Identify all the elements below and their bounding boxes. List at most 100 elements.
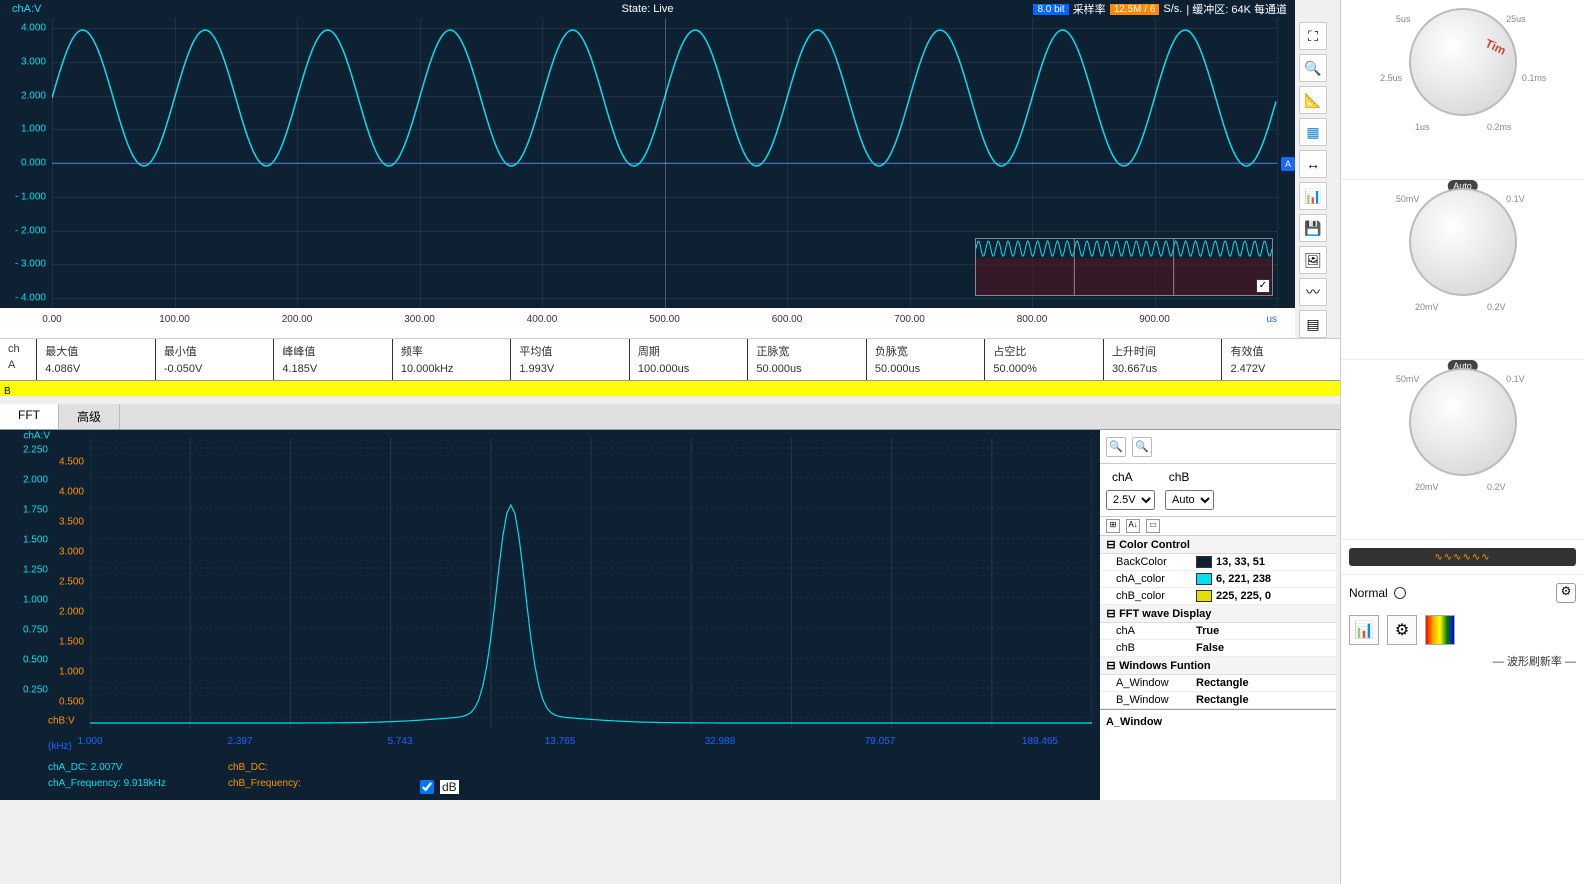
trigger-wave-indicator: ∿∿∿∿∿∿	[1349, 548, 1576, 566]
backcolor-value[interactable]: 13, 33, 51	[1196, 556, 1330, 568]
measure-cell: 周期100.000us	[629, 339, 748, 380]
measure-cell: 平均值1.993V	[510, 339, 629, 380]
x-tick: 600.00	[772, 314, 803, 325]
chacolor-value[interactable]: 6, 221, 238	[1196, 573, 1330, 585]
fft-canvas[interactable]: chA:V 2.2502.0001.7501.5001.2501.0000.75…	[0, 430, 1100, 800]
channel-a-marker[interactable]: A	[1281, 157, 1295, 171]
expander-icon[interactable]: ⊟	[1106, 659, 1116, 672]
x-tick: 900.00	[1139, 314, 1170, 325]
fft-ytick: 3.500	[59, 517, 84, 528]
sample-unit: S/s.	[1163, 3, 1182, 15]
fft-ytick: 4.500	[59, 457, 84, 468]
db-checkbox[interactable]: dB	[420, 780, 459, 794]
cha-range-select[interactable]: 2.5V	[1106, 490, 1155, 510]
zoom-in-button[interactable]: 🔍	[1299, 54, 1327, 82]
fullscreen-button[interactable]: ⛶	[1299, 22, 1327, 50]
chb-range-select[interactable]: Auto	[1165, 490, 1214, 510]
chbcolor-value[interactable]: 225, 225, 0	[1196, 590, 1330, 602]
bar-chart-icon[interactable]: 📊	[1349, 615, 1379, 645]
prop-pages-icon[interactable]: ▭	[1146, 519, 1160, 533]
spectrum-button[interactable]: 📊	[1299, 182, 1327, 210]
wave-button[interactable]: 〰	[1299, 278, 1327, 306]
buffer-label: | 缓冲区: 64K 每通道	[1186, 1, 1287, 17]
prop-footer: A_Window	[1100, 709, 1336, 734]
table-button[interactable]: ▤	[1299, 310, 1327, 338]
scope-toolbar: ⛶ 🔍 📐 ▦ ↔ 📊 💾 🖼 〰 ▤	[1295, 18, 1335, 342]
fft-chb-dc: chB_DC:	[228, 762, 268, 773]
fft-ytick: 1.000	[59, 667, 84, 678]
gear-icon[interactable]: ⚙	[1387, 615, 1417, 645]
measure-cell: 频率10.000kHz	[392, 339, 511, 380]
fft-ytick: 1.750	[23, 505, 48, 516]
dial-tick: 0.2V	[1487, 482, 1506, 492]
scope-canvas[interactable]: 4.0003.0002.0001.0000.000- 1.000- 2.000-…	[0, 18, 1295, 308]
prop-categorized-icon[interactable]: ⊞	[1106, 519, 1120, 533]
fft-cha-dc: chA_DC: 2.007V	[48, 762, 123, 773]
fft-cha-freq: chA_Frequency: 9.918kHz	[48, 778, 166, 789]
fft-xtick: 5.743	[387, 736, 412, 747]
dial-tick: 0.1ms	[1522, 73, 1547, 83]
measure-cell: 峰峰值4.185V	[273, 339, 392, 380]
chb-display-value[interactable]: False	[1196, 642, 1330, 654]
volts-dial-a[interactable]	[1409, 188, 1517, 296]
ch-header: ch	[8, 343, 28, 355]
volts-dial-b[interactable]	[1409, 368, 1517, 476]
minimap-checkbox[interactable]: ✓	[1256, 279, 1270, 293]
color-icon[interactable]	[1425, 615, 1455, 645]
cha-display-value[interactable]: True	[1196, 625, 1330, 637]
y-tick: 3.000	[21, 56, 46, 67]
channel-b-strip[interactable]: B	[0, 380, 1340, 396]
fft-ytick: 0.500	[23, 655, 48, 666]
y-tick: 2.000	[21, 90, 46, 101]
zoom-out-icon[interactable]: 🔍	[1106, 437, 1126, 457]
mode-normal[interactable]: Normal ⚙	[1341, 575, 1584, 611]
screenshot-button[interactable]: 🖼	[1299, 246, 1327, 274]
y-tick: - 1.000	[15, 191, 46, 202]
x-tick: 0.00	[42, 314, 61, 325]
dial-tick: 25us	[1506, 14, 1526, 24]
fft-ytick: 0.750	[23, 625, 48, 636]
tab-advanced[interactable]: 高级	[59, 404, 120, 429]
fft-xtick: 32.988	[705, 736, 736, 747]
y-tick: 1.000	[21, 124, 46, 135]
x-tick: 300.00	[404, 314, 435, 325]
prop-sort-icon[interactable]: A↓	[1126, 519, 1140, 533]
fft-xtick: 189.465	[1022, 736, 1058, 747]
settings-icon[interactable]: ⚙	[1556, 583, 1576, 603]
cha-label: chA	[1106, 470, 1133, 484]
overview-minimap[interactable]: ✓	[975, 238, 1273, 296]
x-tick: 200.00	[282, 314, 313, 325]
timebase-dial[interactable]: Tim	[1409, 8, 1517, 116]
grid-button[interactable]: ▦	[1299, 118, 1327, 146]
fft-ytick: 2.000	[23, 475, 48, 486]
fft-ytick: 1.250	[23, 565, 48, 576]
expander-icon[interactable]: ⊟	[1106, 607, 1116, 620]
save-button[interactable]: 💾	[1299, 214, 1327, 242]
fft-ytick: 4.000	[59, 487, 84, 498]
tab-fft[interactable]: FFT	[0, 404, 59, 429]
hspan-button[interactable]: ↔	[1299, 150, 1327, 178]
y-tick: - 3.000	[15, 259, 46, 270]
ruler-button[interactable]: 📐	[1299, 86, 1327, 114]
sample-rate: 12.5M / 6	[1110, 4, 1160, 15]
dial-tick: 1us	[1415, 122, 1430, 132]
dial-tick: 50mV	[1396, 374, 1420, 384]
fft-ytick: 2.500	[59, 577, 84, 588]
x-tick: 700.00	[894, 314, 925, 325]
expander-icon[interactable]: ⊟	[1106, 538, 1116, 551]
fft-ytick: 3.000	[59, 547, 84, 558]
x-tick: 500.00	[649, 314, 680, 325]
ch-row: A	[8, 359, 28, 371]
bwindow-value[interactable]: Rectangle	[1196, 694, 1330, 706]
awindow-value[interactable]: Rectangle	[1196, 677, 1330, 689]
dial-tick: 0.2V	[1487, 302, 1506, 312]
zoom-in-icon[interactable]: 🔍	[1132, 437, 1152, 457]
fft-ytick: 1.500	[59, 637, 84, 648]
dial-tick: 0.2ms	[1487, 122, 1512, 132]
measure-cell: 上升时间30.667us	[1103, 339, 1222, 380]
fft-ytick: 2.000	[59, 607, 84, 618]
dial-tick: 20mV	[1415, 302, 1439, 312]
y-tick: 4.000	[21, 23, 46, 34]
fft-xtick: 1.000	[77, 736, 102, 747]
y-tick: - 2.000	[15, 225, 46, 236]
